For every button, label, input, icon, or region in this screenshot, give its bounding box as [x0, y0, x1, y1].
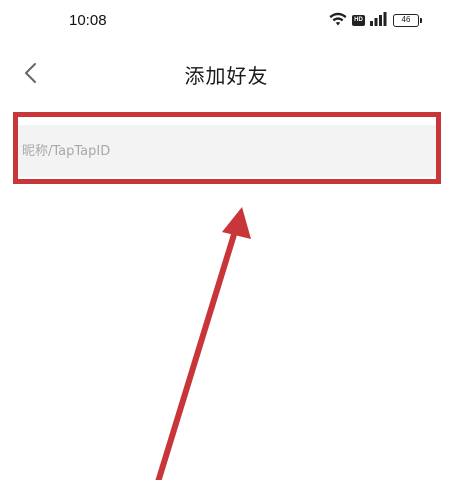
battery-icon: 46 [393, 13, 422, 27]
page-title: 添加好友 [184, 64, 269, 88]
wifi-icon [329, 11, 347, 30]
add-friend-screen: 10:08 HD 46 添加好友 昵称/TapTapID [0, 0, 453, 480]
status-bar: 10:08 HD 46 [0, 0, 453, 44]
search-field-container [18, 125, 436, 177]
hd-badge: HD [352, 14, 365, 26]
search-input[interactable] [18, 125, 436, 177]
status-icons: HD 46 [329, 11, 422, 30]
cellular-signal-icon [370, 11, 388, 30]
status-time: 10:08 [69, 12, 107, 29]
